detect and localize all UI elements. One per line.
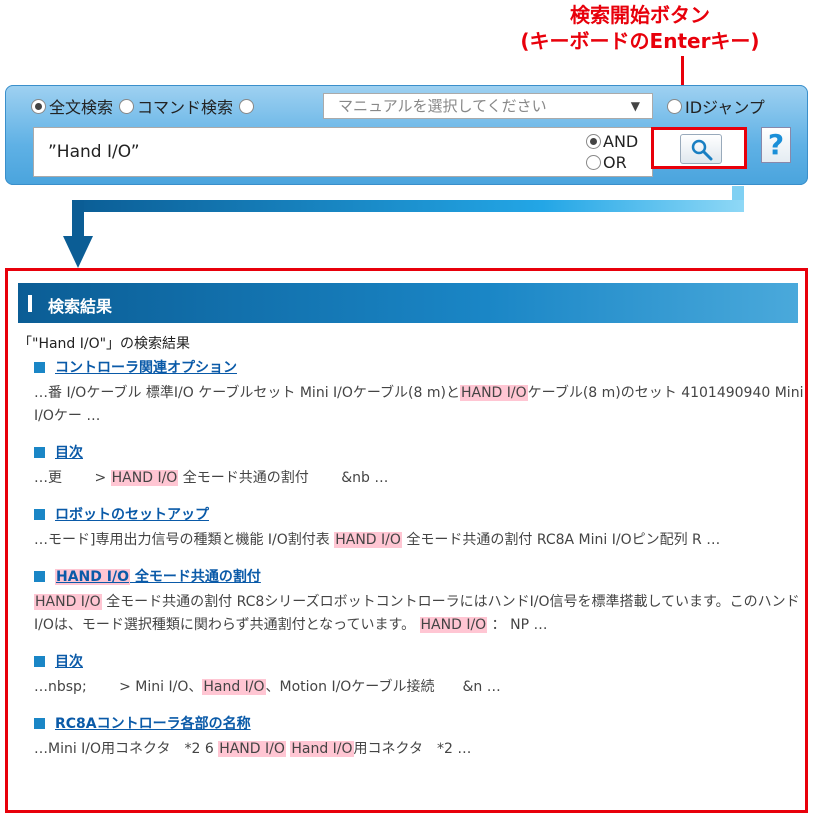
result-snippet: …Mini I/O用コネクタ *2 6 HAND I/O Hand I/O用コネ…	[34, 738, 804, 761]
result-head: 目次	[34, 440, 804, 464]
fulltext-search-label: 全文検索	[49, 98, 114, 117]
idjump-label: IDジャンプ	[685, 98, 765, 117]
result-item: 目次 …更 > HAND I/O 全モード共通の割付 &nb …	[34, 440, 804, 490]
results-summary: 「"Hand I/O"」の検索結果	[18, 336, 191, 352]
result-snippet: …nbsp; > Mini I/O、Hand I/O、Motion I/Oケーブ…	[34, 676, 804, 699]
search-bar: 全文検索 コマンド検索 マニュアルを選択してください ▼ IDジャンプ ”Han…	[5, 85, 808, 185]
bullet-square-icon	[34, 655, 45, 667]
idjump-radio[interactable]: IDジャンプ	[667, 93, 765, 119]
search-highlight: Hand I/O	[202, 679, 266, 695]
radio-icon	[667, 98, 682, 114]
snippet-text: 全モード共通の割付 RC8シリーズロボットコントローラにはハンドI/O信号を標準…	[34, 594, 800, 633]
radio-selected-icon	[31, 98, 46, 114]
results-list: コントローラ関連オプション …番 I/Oケーブル 標準I/O ケーブルセット Mi…	[34, 355, 804, 773]
result-title-link[interactable]: 目次	[55, 651, 83, 671]
radio-icon	[239, 98, 255, 114]
result-title-text: 目次	[55, 445, 83, 461]
manual-select-radio[interactable]	[239, 98, 255, 114]
search-highlight: HAND I/O	[459, 385, 528, 401]
radio-selected-icon	[586, 134, 601, 149]
fulltext-search-radio[interactable]: 全文検索	[31, 94, 113, 118]
search-button[interactable]	[651, 127, 747, 169]
radio-icon	[586, 155, 601, 170]
result-head: コントローラ関連オプション	[34, 355, 804, 379]
and-label: AND	[603, 132, 639, 151]
result-head: 目次	[34, 649, 804, 673]
result-item: 目次 …nbsp; > Mini I/O、Hand I/O、Motion I/Oケ…	[34, 649, 804, 699]
or-radio[interactable]: OR	[586, 152, 638, 173]
snippet-text: 用コネクタ *2 …	[353, 741, 472, 757]
result-snippet: …番 I/Oケーブル 標準I/O ケーブルセット Mini I/Oケーブル(8 …	[34, 382, 804, 428]
dropdown-caret-icon: ▼	[630, 99, 640, 113]
search-query-text: ”Hand I/O”	[48, 142, 140, 162]
radio-icon	[119, 98, 135, 114]
result-title-link[interactable]: ロボットのセットアップ	[55, 504, 209, 524]
result-title-text: コントローラ関連オプション	[55, 360, 237, 376]
result-head: ロボットのセットアップ	[34, 502, 804, 526]
result-snippet: HAND I/O 全モード共通の割付 RC8シリーズロボットコントローラにはハン…	[34, 591, 804, 637]
search-highlight: HAND I/O	[34, 594, 102, 610]
manual-select-dropdown[interactable]: マニュアルを選択してください ▼	[323, 93, 653, 119]
callout-line1: 検索開始ボタン	[570, 3, 710, 27]
header-bar-icon	[28, 295, 32, 312]
result-title-link[interactable]: RC8Aコントローラ各部の名称	[55, 713, 251, 733]
bullet-square-icon	[34, 446, 45, 458]
result-title-text: RC8Aコントローラ各部の名称	[55, 716, 251, 732]
arrow-down-icon	[63, 236, 93, 268]
search-icon	[691, 139, 713, 161]
manual-select-placeholder: マニュアルを選択してください	[338, 97, 547, 115]
flow-connector	[72, 200, 744, 212]
bullet-square-icon	[34, 508, 45, 520]
bullet-square-icon	[34, 717, 45, 729]
snippet-text: …nbsp; > Mini I/O、	[34, 679, 203, 695]
search-button-callout: 検索開始ボタン (キーボードのEnterキー)	[470, 2, 810, 54]
results-title: 検索結果	[48, 297, 113, 316]
or-label: OR	[603, 153, 627, 172]
snippet-text: …Mini I/O用コネクタ *2 6	[34, 741, 219, 757]
bullet-square-icon	[34, 570, 45, 582]
result-snippet: …更 > HAND I/O 全モード共通の割付 &nb …	[34, 467, 804, 490]
result-title-link[interactable]: HAND I/O 全モード共通の割付	[55, 566, 261, 586]
search-highlight: HAND I/O	[334, 532, 402, 548]
snippet-text: …番 I/Oケーブル 標準I/O ケーブルセット Mini I/Oケーブル(8 …	[34, 385, 460, 401]
command-search-radio[interactable]: コマンド検索	[119, 94, 233, 118]
bullet-square-icon	[34, 361, 45, 373]
and-radio[interactable]: AND	[586, 131, 638, 152]
results-header: 検索結果	[18, 283, 798, 323]
search-highlight: HAND I/O	[419, 617, 488, 633]
result-title-link[interactable]: コントローラ関連オプション	[55, 357, 237, 377]
result-title-text: 目次	[55, 654, 83, 670]
search-highlight: HAND I/O	[218, 741, 286, 757]
callout-line2: (キーボードのEnterキー)	[520, 29, 760, 53]
help-button[interactable]: ?	[761, 127, 791, 163]
command-search-label: コマンド検索	[137, 98, 234, 117]
result-item: HAND I/O 全モード共通の割付 HAND I/O 全モード共通の割付 RC8…	[34, 564, 804, 637]
result-item: ロボットのセットアップ …モード]専用出力信号の種類と機能 I/O割付表 HAND…	[34, 502, 804, 552]
search-highlight: Hand I/O	[290, 741, 354, 757]
search-input[interactable]: ”Hand I/O” AND OR	[33, 127, 653, 177]
search-highlight: HAND I/O	[110, 470, 179, 486]
result-head: RC8Aコントローラ各部の名称	[34, 711, 804, 735]
snippet-text: ： NP …	[487, 617, 548, 633]
snippet-text: 全モード共通の割付 &nb …	[178, 470, 389, 486]
snippet-text: 全モード共通の割付 RC8A Mini I/Oピン配列 R …	[401, 532, 721, 548]
flow-connector	[72, 200, 84, 238]
search-button-face	[680, 134, 722, 164]
snippet-text: 、Motion I/Oケーブル接続 &n …	[265, 679, 501, 695]
result-item: コントローラ関連オプション …番 I/Oケーブル 標準I/O ケーブルセット Mi…	[34, 355, 804, 428]
search-results-panel: 検索結果 「"Hand I/O"」の検索結果 コントローラ関連オプション …番 I…	[5, 268, 808, 813]
snippet-text: …モード]専用出力信号の種類と機能 I/O割付表	[34, 532, 335, 548]
result-item: RC8Aコントローラ各部の名称 …Mini I/O用コネクタ *2 6 HAND …	[34, 711, 804, 761]
search-highlight: HAND I/O	[55, 569, 130, 585]
result-snippet: …モード]専用出力信号の種類と機能 I/O割付表 HAND I/O 全モード共通…	[34, 529, 804, 552]
result-head: HAND I/O 全モード共通の割付	[34, 564, 804, 588]
result-title-text: 全モード共通の割付	[130, 569, 261, 585]
search-mode-row: 全文検索 コマンド検索	[31, 93, 255, 119]
result-title-link[interactable]: 目次	[55, 442, 83, 462]
and-or-options: AND OR	[586, 131, 638, 173]
result-title-text: ロボットのセットアップ	[55, 507, 209, 523]
snippet-text: …更 >	[34, 470, 111, 486]
